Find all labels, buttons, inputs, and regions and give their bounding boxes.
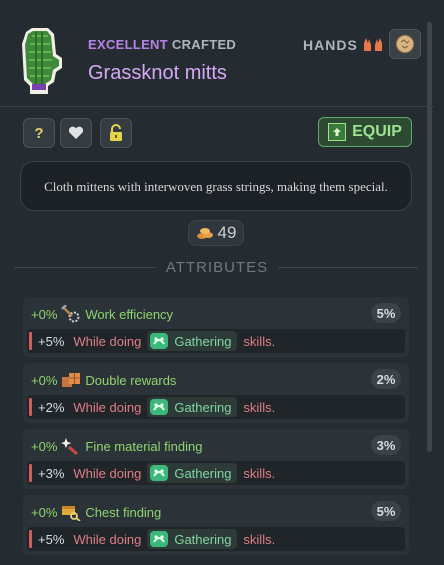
question-icon: ? (34, 124, 44, 142)
attribute-condition: +3% While doing Gathering skills. (27, 461, 405, 485)
gear-tools-icon (61, 305, 80, 323)
attribute-total: 3% (371, 435, 401, 455)
condition-suffix: skills. (243, 333, 276, 349)
skill-tag-gathering[interactable]: Gathering (147, 331, 238, 351)
attribute-total: 2% (371, 369, 401, 389)
skill-label: Gathering (174, 399, 232, 415)
attribute-card: +0% Work efficiency 5% +5% While doing G… (23, 297, 409, 357)
attribute-card: +0% Chest finding 5% +5% While doing Gat… (23, 495, 409, 555)
gathering-icon (150, 531, 169, 547)
green-mitten-icon (22, 28, 62, 94)
gathering-icon (150, 399, 169, 415)
condition-suffix: skills. (243, 531, 276, 547)
padlock-icon (110, 124, 122, 141)
item-panel: EXCELLENT CRAFTED Grassknot mitts HANDS … (0, 0, 434, 565)
help-button[interactable]: ? (23, 118, 55, 148)
favorite-button[interactable] (60, 118, 92, 148)
slot-label: HANDS (303, 37, 358, 53)
rune-stone-icon (396, 35, 414, 53)
gathering-icon (150, 333, 169, 349)
equip-label: EQUIP (352, 123, 402, 140)
rune-button[interactable] (389, 29, 421, 59)
attribute-condition: +5% While doing Gathering skills. (27, 329, 405, 353)
condition-bonus: +2% (38, 399, 65, 415)
condition-text: While doing (73, 465, 142, 481)
skill-tag-gathering[interactable]: Gathering (147, 529, 238, 549)
condition-text: While doing (73, 399, 142, 415)
attribute-name: Chest finding (85, 504, 162, 520)
attribute-name: Fine material finding (85, 438, 203, 454)
attribute-name: Work efficiency (85, 306, 174, 322)
gathering-icon (150, 465, 169, 481)
scrollbar[interactable] (427, 22, 432, 452)
item-name: Grassknot mitts (88, 62, 227, 84)
skill-label: Gathering (174, 333, 232, 349)
condition-text: While doing (73, 531, 142, 547)
skill-label: Gathering (174, 531, 232, 547)
attribute-name: Double rewards (85, 372, 177, 388)
craft-label: CRAFTED (171, 37, 237, 52)
lock-button[interactable] (100, 118, 132, 148)
condition-suffix: skills. (243, 465, 276, 481)
attribute-total: 5% (371, 501, 401, 521)
condition-text: While doing (73, 333, 142, 349)
sparkle-wand-icon (61, 438, 79, 455)
chest-key-icon (62, 506, 81, 521)
quality-label: EXCELLENT (88, 37, 168, 52)
item-tier: EXCELLENT CRAFTED (88, 37, 236, 52)
header-divider (0, 106, 434, 107)
hands-icon (364, 38, 382, 51)
condition-bonus: +5% (38, 531, 65, 547)
skill-tag-gathering[interactable]: Gathering (147, 397, 238, 417)
coin-pile-icon (196, 228, 213, 239)
attribute-card: +0% Fine material finding 3% +3% While d… (23, 429, 409, 489)
skill-label: Gathering (174, 465, 232, 481)
attribute-condition: +5% While doing Gathering skills. (27, 527, 405, 551)
equip-button[interactable]: EQUIP (318, 117, 412, 147)
up-arrow-icon (328, 123, 347, 141)
attribute-base: +0% (31, 438, 58, 454)
attribute-base: +0% (31, 504, 58, 520)
condition-suffix: skills. (243, 399, 276, 415)
attribute-condition: +2% While doing Gathering skills. (27, 395, 405, 419)
attributes-header: ATTRIBUTES (0, 259, 434, 277)
attribute-total: 5% (371, 303, 401, 323)
skill-tag-gathering[interactable]: Gathering (147, 463, 238, 483)
value-amount: 49 (217, 223, 237, 242)
double-crate-icon (62, 373, 81, 387)
heart-icon (68, 126, 84, 139)
attribute-base: +0% (31, 306, 58, 322)
item-description: Cloth mittens with interwoven grass stri… (20, 161, 412, 211)
attribute-card: +0% Double rewards 2% +2% While doing Ga… (23, 363, 409, 423)
condition-bonus: +3% (38, 465, 65, 481)
item-value: 49 (188, 220, 244, 246)
condition-bonus: +5% (38, 333, 65, 349)
attribute-base: +0% (31, 372, 58, 388)
